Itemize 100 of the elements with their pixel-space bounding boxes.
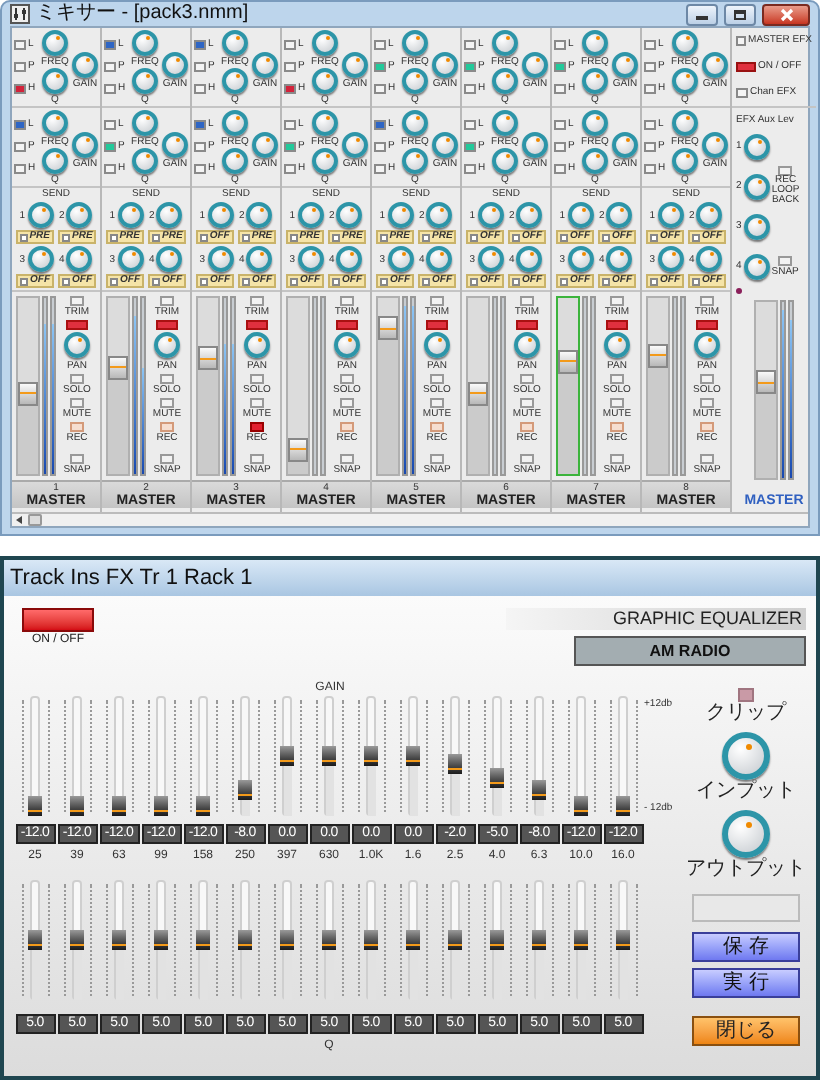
knob[interactable] (702, 52, 728, 78)
knob[interactable] (492, 109, 518, 135)
slider[interactable] (523, 696, 555, 816)
knob[interactable] (477, 246, 503, 272)
knob[interactable] (702, 132, 728, 158)
knob[interactable] (657, 246, 683, 272)
knob[interactable] (244, 332, 270, 358)
knob[interactable] (522, 52, 548, 78)
knob[interactable] (162, 132, 188, 158)
knob[interactable] (722, 732, 770, 780)
slider-thumb[interactable] (447, 754, 461, 774)
fader-track[interactable] (106, 296, 130, 476)
knob[interactable] (246, 202, 273, 228)
knob[interactable] (222, 109, 248, 135)
slider[interactable] (103, 696, 135, 816)
fader-thumb[interactable] (468, 381, 488, 406)
knob[interactable] (42, 147, 68, 173)
power-button[interactable] (22, 608, 94, 632)
knob[interactable] (402, 67, 428, 93)
knob[interactable] (132, 109, 158, 135)
slider-thumb[interactable] (573, 930, 587, 950)
action-button[interactable]: 実 行 (692, 968, 800, 998)
fader-track[interactable] (286, 296, 310, 476)
knob[interactable] (162, 52, 188, 78)
slider[interactable] (229, 696, 261, 816)
knob[interactable] (402, 147, 428, 173)
slider-thumb[interactable] (111, 930, 125, 950)
knob[interactable] (492, 67, 518, 93)
fader-thumb[interactable] (18, 381, 38, 406)
fader-track[interactable] (376, 296, 400, 476)
knob[interactable] (426, 202, 453, 228)
maximize-button[interactable] (724, 3, 756, 25)
knob[interactable] (72, 132, 98, 158)
close-dialog-button[interactable]: 閉じる (692, 1016, 800, 1046)
slider-thumb[interactable] (489, 767, 503, 787)
knob[interactable] (42, 109, 68, 135)
knob[interactable] (64, 332, 90, 358)
knob[interactable] (492, 147, 518, 173)
slider[interactable] (397, 696, 429, 816)
knob[interactable] (336, 202, 363, 228)
knob[interactable] (312, 67, 338, 93)
knob[interactable] (297, 246, 323, 272)
fader-thumb[interactable] (108, 355, 128, 380)
slider[interactable] (187, 696, 219, 816)
knob[interactable] (672, 147, 698, 173)
knob[interactable] (743, 133, 770, 159)
knob[interactable] (432, 132, 458, 158)
slider-thumb[interactable] (489, 930, 503, 950)
knob[interactable] (66, 246, 93, 272)
knob[interactable] (743, 173, 770, 199)
fader-thumb[interactable] (288, 437, 308, 462)
slider[interactable] (481, 880, 513, 1000)
knob[interactable] (42, 67, 68, 93)
knob[interactable] (567, 246, 593, 272)
knob[interactable] (387, 246, 413, 272)
knob[interactable] (514, 332, 540, 358)
slider-thumb[interactable] (279, 746, 293, 766)
knob[interactable] (402, 109, 428, 135)
fader-track[interactable] (196, 296, 220, 476)
slider[interactable] (565, 696, 597, 816)
knob[interactable] (246, 246, 273, 272)
slider[interactable] (397, 880, 429, 1000)
scroll-left-icon[interactable] (12, 514, 28, 526)
slider[interactable] (103, 880, 135, 1000)
knob[interactable] (606, 202, 633, 228)
knob[interactable] (312, 147, 338, 173)
slider[interactable] (439, 696, 471, 816)
slider-thumb[interactable] (531, 779, 545, 799)
knob[interactable] (432, 52, 458, 78)
knob[interactable] (27, 246, 53, 272)
slider[interactable] (607, 880, 639, 1000)
slider-thumb[interactable] (321, 746, 335, 766)
knob[interactable] (154, 332, 180, 358)
close-button[interactable] (762, 3, 810, 25)
fader-thumb[interactable] (648, 343, 668, 368)
knob[interactable] (117, 246, 143, 272)
knob[interactable] (334, 332, 360, 358)
slider[interactable] (19, 696, 51, 816)
slider[interactable] (565, 880, 597, 1000)
slider-thumb[interactable] (363, 930, 377, 950)
knob[interactable] (132, 147, 158, 173)
knob[interactable] (27, 202, 53, 228)
slider[interactable] (61, 880, 93, 1000)
knob[interactable] (694, 332, 720, 358)
minimize-button[interactable] (686, 3, 718, 25)
knob[interactable] (722, 810, 770, 858)
scrollbar-thumb[interactable] (28, 514, 42, 526)
slider-thumb[interactable] (27, 930, 41, 950)
knob[interactable] (672, 67, 698, 93)
slider[interactable] (313, 696, 345, 816)
slider-thumb[interactable] (111, 796, 125, 816)
slider-thumb[interactable] (279, 930, 293, 950)
slider-thumb[interactable] (195, 796, 209, 816)
slider-thumb[interactable] (573, 796, 587, 816)
slider[interactable] (355, 880, 387, 1000)
knob[interactable] (72, 52, 98, 78)
knob[interactable] (387, 202, 413, 228)
knob[interactable] (696, 246, 723, 272)
knob[interactable] (657, 202, 683, 228)
slider-thumb[interactable] (153, 796, 167, 816)
